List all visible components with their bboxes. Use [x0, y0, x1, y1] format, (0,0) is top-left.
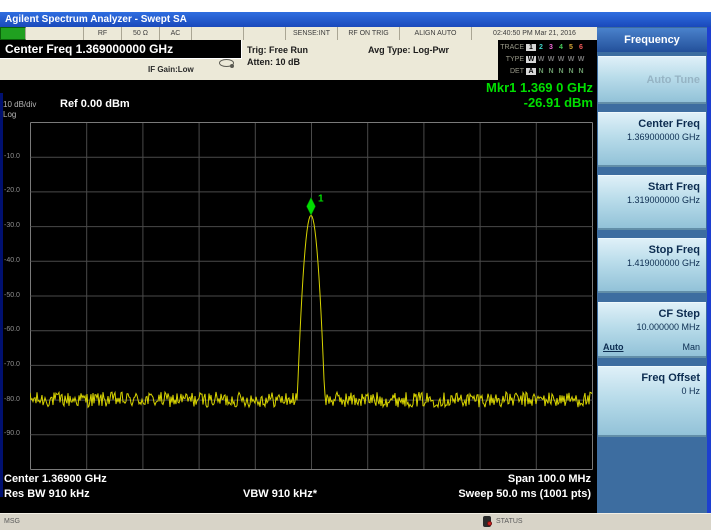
y-axis-tick-label: -80.0 [4, 396, 30, 403]
measurement-bar: Center Freq 1.369000000 GHz IF Gain:Low … [0, 40, 500, 80]
trace-cell: 3 [546, 44, 556, 51]
trace-cell: W [566, 56, 576, 63]
log-scale-label: Log [3, 110, 16, 119]
status-sense: SENSE:INT [286, 27, 338, 40]
if-gain-label: IF Gain:Low [148, 65, 194, 74]
spectrum-plot: 1 [30, 122, 593, 470]
softkey-cf-step[interactable]: CF Step 10.000000 MHz Auto Man [598, 302, 706, 358]
bottom-taskbar: MSG STATUS [0, 513, 711, 530]
trace-cell: 1 [526, 44, 536, 51]
y-axis-tick-label: -90.0 [4, 430, 30, 437]
status-alert-icon [483, 516, 493, 527]
status-rf-on: RF ON TRIG [338, 27, 400, 40]
ref-level-label: Ref 0.00 dBm [60, 98, 130, 110]
trace-row-label: TYPE [498, 56, 526, 63]
msg-label: MSG [4, 518, 20, 525]
softkey-auto-tune[interactable]: Auto Tune [598, 56, 706, 104]
softkey-center-freq-value: 1.369000000 GHz [627, 132, 700, 142]
y-axis-tick-label: -10.0 [4, 153, 30, 160]
y-axis-tick-label: -50.0 [4, 292, 30, 299]
softkey-freq-offset[interactable]: Freq Offset 0 Hz [598, 366, 706, 437]
trace-row-label: DET [498, 68, 526, 75]
status-blank-1 [26, 27, 84, 40]
softkey-cf-step-label: CF Step [658, 308, 700, 320]
trace-cell: W [576, 56, 586, 63]
status-label: STATUS [496, 518, 523, 525]
trace-cell: N [576, 68, 586, 75]
trace-cell: W [536, 56, 546, 63]
screen-left-edge [0, 93, 3, 497]
trace-cell: N [556, 68, 566, 75]
instrument-body: RF 50 Ω AC SENSE:INT RF ON TRIG ALIGN AU… [0, 27, 711, 513]
analyzer-screen: RF 50 Ω AC SENSE:INT RF ON TRIG ALIGN AU… [0, 27, 597, 513]
lxi-indicator [0, 27, 26, 40]
trace-cell: W [546, 56, 556, 63]
footer-rbw: Res BW 910 kHz [4, 488, 90, 500]
trace-cell: N [546, 68, 556, 75]
status-align: ALIGN AUTO [400, 27, 472, 40]
softkey-cf-step-value: 10.000000 MHz [636, 322, 700, 332]
trig-label: Trig: Free Run [247, 45, 308, 55]
softkey-freq-offset-label: Freq Offset [641, 372, 700, 384]
status-blank-2 [192, 27, 244, 40]
window-title-bar: Agilent Spectrum Analyzer - Swept SA [0, 12, 711, 27]
speaker-icon [219, 59, 234, 67]
status-datetime: 02:40:50 PM Mar 21, 2016 [472, 27, 597, 40]
screenshot-root: Agilent Spectrum Analyzer - Swept SA RF … [0, 0, 711, 530]
softkey-start-freq[interactable]: Start Freq 1.319000000 GHz [598, 175, 706, 230]
trace-cell: 6 [576, 44, 586, 51]
trace-cell: 4 [556, 44, 566, 51]
trace-cell: W [556, 56, 566, 63]
status-rf: RF [84, 27, 122, 40]
avg-type-label: Avg Type: Log-Pwr [368, 45, 449, 55]
softkey-center-freq-label: Center Freq [638, 118, 700, 130]
trace-det-row: DETANNNNN [498, 66, 595, 77]
y-axis-tick-label: -70.0 [4, 361, 30, 368]
trace-row-label: TRACE [498, 44, 526, 51]
softkey-stop-freq-value: 1.419000000 GHz [627, 258, 700, 268]
trace-cell: N [536, 68, 546, 75]
softkey-start-freq-value: 1.319000000 GHz [627, 195, 700, 205]
trace-cell: W [526, 56, 536, 63]
active-function-banner: Center Freq 1.369000000 GHz [0, 40, 242, 59]
trace-cell: A [526, 68, 536, 75]
footer-vbw: VBW 910 kHz* [243, 488, 317, 500]
marker-amplitude: -26.91 dBm [524, 95, 593, 110]
trace-indicator-block: TRACE123456 TYPEWWWWWW DETANNNNN [498, 40, 595, 80]
scale-per-div-label: 10 dB/div [3, 100, 36, 109]
softkey-stop-freq-label: Stop Freq [649, 244, 700, 256]
y-axis-tick-label: -60.0 [4, 326, 30, 333]
status-blank-3 [244, 27, 286, 40]
window-title: Agilent Spectrum Analyzer - Swept SA [5, 14, 187, 25]
trace-number-row: TRACE123456 [498, 42, 595, 53]
marker-readout: Mkr1 1.369 0 GHz-26.91 dBm [486, 80, 593, 110]
softkey-sidebar: Frequency Auto Tune Center Freq 1.369000… [597, 27, 707, 513]
trace-cell: N [566, 68, 576, 75]
footer-center-freq: Center 1.36900 GHz [4, 473, 107, 485]
marker-freq: Mkr1 1.369 0 GHz [486, 80, 593, 95]
trace-type-row: TYPEWWWWWW [498, 54, 595, 65]
softkey-cf-step-man[interactable]: Man [682, 342, 700, 352]
softkey-start-freq-label: Start Freq [648, 181, 700, 193]
footer-sweep: Sweep 50.0 ms (1001 pts) [458, 488, 591, 500]
atten-label: Atten: 10 dB [247, 57, 300, 67]
footer-span: Span 100.0 MHz [508, 473, 591, 485]
svg-text:1: 1 [318, 193, 324, 204]
softkey-freq-offset-value: 0 Hz [681, 386, 700, 396]
trace-cell: 2 [536, 44, 546, 51]
y-axis-tick-label: -30.0 [4, 222, 30, 229]
trace-cell: 5 [566, 44, 576, 51]
softkey-auto-tune-label: Auto Tune [646, 74, 700, 86]
status-strip: RF 50 Ω AC SENSE:INT RF ON TRIG ALIGN AU… [0, 27, 597, 40]
y-axis-tick-label: -20.0 [4, 187, 30, 194]
sidebar-right-border [707, 27, 711, 513]
status-coupling: AC [160, 27, 192, 40]
status-impedance: 50 Ω [122, 27, 160, 40]
softkey-cf-step-auto[interactable]: Auto [603, 342, 624, 352]
y-axis-tick-label: -40.0 [4, 257, 30, 264]
softkey-stop-freq[interactable]: Stop Freq 1.419000000 GHz [598, 238, 706, 293]
softkey-center-freq[interactable]: Center Freq 1.369000000 GHz [598, 112, 706, 167]
menu-title: Frequency [597, 28, 707, 52]
